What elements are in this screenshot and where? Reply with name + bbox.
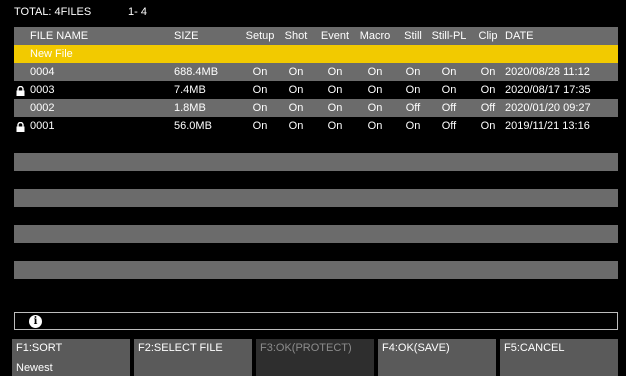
f5-label: F5:CANCEL bbox=[504, 342, 565, 354]
column-header-event[interactable]: Event bbox=[316, 27, 354, 45]
size-cell: 56.0MB bbox=[174, 120, 212, 132]
f2-select-file-button[interactable]: F2:SELECT FILE bbox=[134, 339, 252, 376]
stillpl-cell: Off bbox=[441, 120, 457, 132]
clip-cell: On bbox=[480, 84, 496, 96]
event-cell: On bbox=[327, 120, 343, 132]
stillpl-cell: On bbox=[441, 66, 457, 78]
shot-cell: On bbox=[288, 66, 304, 78]
f1-sort-button[interactable]: F1:SORT Newest bbox=[12, 339, 130, 376]
setup-cell: On bbox=[252, 120, 268, 132]
setup-cell: On bbox=[252, 102, 268, 114]
clip-cell: Off bbox=[480, 102, 496, 114]
sort-order-value: Newest bbox=[16, 362, 53, 374]
event-cell: On bbox=[327, 66, 343, 78]
file-name-cell: 0003 bbox=[30, 84, 55, 96]
lock-icon bbox=[16, 117, 28, 135]
top-bar: TOTAL: 4FILES 1- 4 bbox=[0, 0, 626, 20]
empty-row bbox=[14, 261, 618, 279]
empty-row bbox=[14, 225, 618, 243]
still-cell: On bbox=[405, 84, 421, 96]
empty-row bbox=[14, 171, 618, 189]
column-header-date[interactable]: DATE bbox=[505, 27, 617, 45]
f1-label: F1:SORT bbox=[16, 342, 63, 354]
info-bar: i bbox=[14, 312, 618, 330]
empty-row bbox=[14, 189, 618, 207]
clip-cell: On bbox=[480, 120, 496, 132]
new-file-row[interactable]: New File bbox=[14, 45, 618, 63]
shot-cell: On bbox=[288, 102, 304, 114]
file-name-cell: 0004 bbox=[30, 66, 55, 78]
size-cell: 1.8MB bbox=[174, 102, 206, 114]
event-cell: On bbox=[327, 102, 343, 114]
column-header-clip[interactable]: Clip bbox=[474, 27, 502, 45]
table-header-row: FILE NAME SIZE Setup Shot Event Macro St… bbox=[14, 27, 618, 45]
column-header-macro[interactable]: Macro bbox=[354, 27, 396, 45]
f3-label: F3:OK(PROTECT) bbox=[260, 342, 352, 354]
table-row[interactable]: 0004 688.4MB On On On On On On On 2020/08/28 11:1… bbox=[14, 63, 618, 81]
lock-slot bbox=[16, 63, 28, 81]
macro-cell: On bbox=[367, 66, 383, 78]
f3-ok-protect-button[interactable]: F3:OK(PROTECT) bbox=[256, 339, 374, 376]
empty-row bbox=[14, 153, 618, 171]
table-row[interactable]: 0003 7.4MB On On On On On On On 2020/08/17 17:35 bbox=[14, 81, 618, 99]
file-name-cell: 0001 bbox=[30, 120, 55, 132]
macro-cell: On bbox=[367, 102, 383, 114]
size-cell: 7.4MB bbox=[174, 84, 206, 96]
column-header-size[interactable]: SIZE bbox=[174, 27, 244, 45]
macro-cell: On bbox=[367, 84, 383, 96]
stillpl-cell: Off bbox=[441, 102, 457, 114]
column-header-still-pl[interactable]: Still-PL bbox=[426, 27, 472, 45]
column-header-shot[interactable]: Shot bbox=[280, 27, 312, 45]
f5-cancel-button[interactable]: F5:CANCEL bbox=[500, 339, 618, 376]
f4-ok-save-button[interactable]: F4:OK(SAVE) bbox=[378, 339, 496, 376]
file-range-label: 1- 4 bbox=[128, 6, 147, 18]
new-file-label: New File bbox=[30, 48, 73, 60]
size-cell: 688.4MB bbox=[174, 66, 219, 78]
file-name-cell: 0002 bbox=[30, 102, 55, 114]
info-icon: i bbox=[29, 315, 42, 328]
empty-row bbox=[14, 279, 618, 297]
table-row[interactable]: 0002 1.8MB On On On On Off Off Off 2020/01/20 09:… bbox=[14, 99, 618, 117]
still-cell: Off bbox=[405, 102, 421, 114]
table-row[interactable]: 0001 56.0MB On On On On On Off On 2019/11/21 13:1… bbox=[14, 117, 618, 135]
date-cell: 2020/08/28 11:12 bbox=[505, 66, 590, 78]
column-header-setup[interactable]: Setup bbox=[242, 27, 278, 45]
macro-cell: On bbox=[367, 120, 383, 132]
event-cell: On bbox=[327, 84, 343, 96]
empty-row bbox=[14, 207, 618, 225]
shot-cell: On bbox=[288, 120, 304, 132]
lock-icon bbox=[16, 81, 28, 99]
still-cell: On bbox=[405, 66, 421, 78]
setup-cell: On bbox=[252, 84, 268, 96]
date-cell: 2020/01/20 09:27 bbox=[505, 102, 591, 114]
f2-label: F2:SELECT FILE bbox=[138, 342, 223, 354]
date-cell: 2019/11/21 13:16 bbox=[505, 120, 590, 132]
f4-label: F4:OK(SAVE) bbox=[382, 342, 450, 354]
lock-slot bbox=[16, 99, 28, 117]
clip-cell: On bbox=[480, 66, 496, 78]
empty-row bbox=[14, 243, 618, 261]
column-header-file-name[interactable]: FILE NAME bbox=[30, 27, 170, 45]
empty-row bbox=[14, 135, 618, 153]
still-cell: On bbox=[405, 120, 421, 132]
setup-cell: On bbox=[252, 66, 268, 78]
function-key-bar: F1:SORT Newest F2:SELECT FILE F3:OK(PROT… bbox=[0, 339, 626, 376]
column-header-still[interactable]: Still bbox=[398, 27, 428, 45]
total-files-label: TOTAL: 4FILES bbox=[14, 6, 92, 18]
date-cell: 2020/08/17 17:35 bbox=[505, 84, 591, 96]
file-table: FILE NAME SIZE Setup Shot Event Macro St… bbox=[14, 27, 618, 303]
stillpl-cell: On bbox=[441, 84, 457, 96]
shot-cell: On bbox=[288, 84, 304, 96]
